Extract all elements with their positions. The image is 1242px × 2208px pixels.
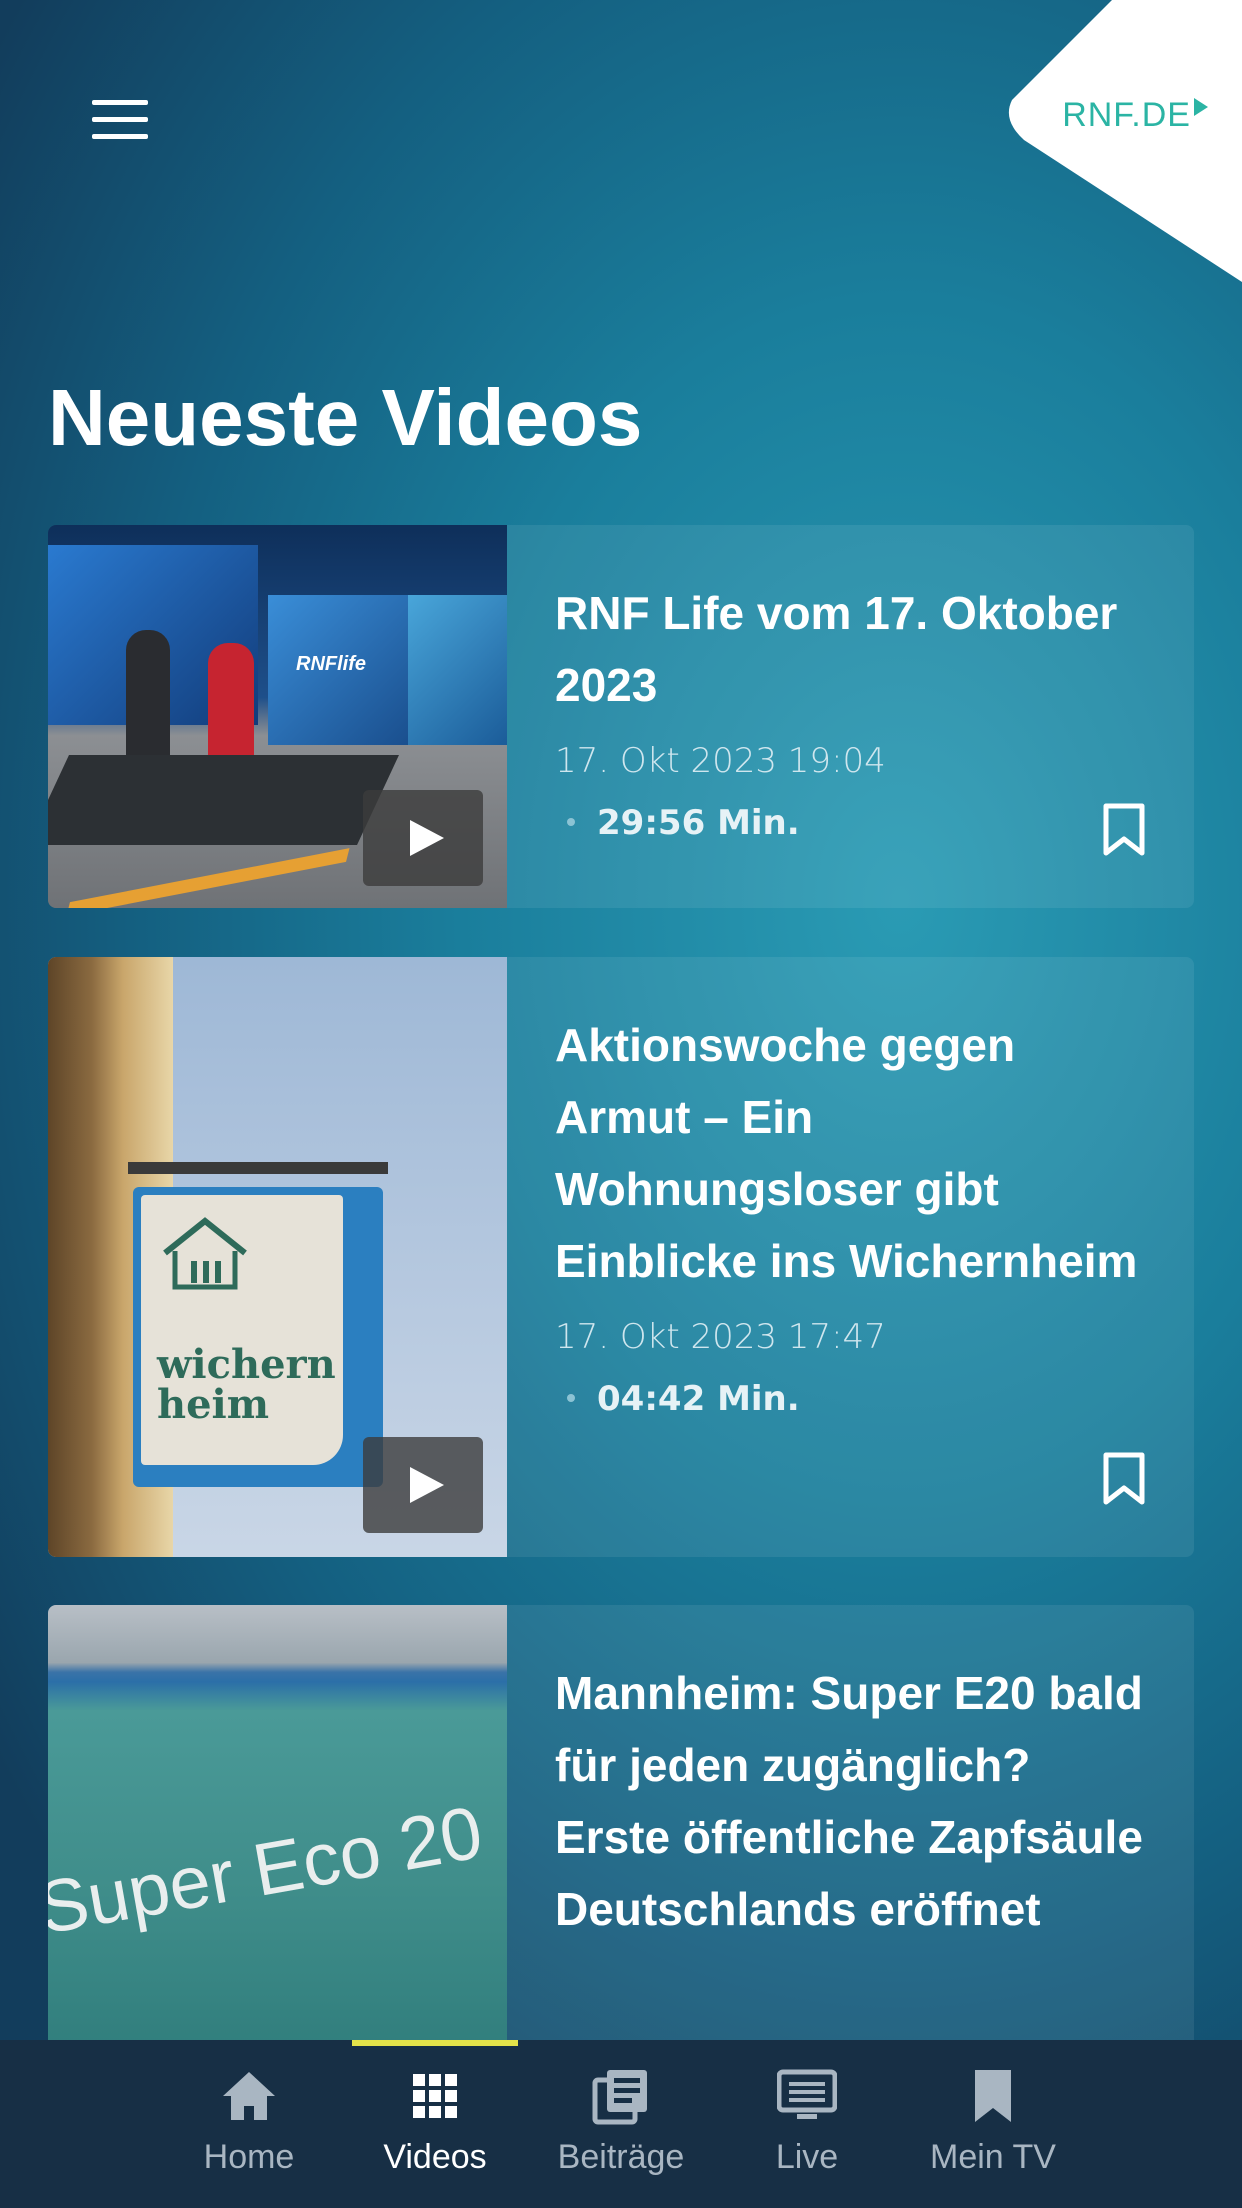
section-title: Neueste Videos	[48, 373, 643, 462]
articles-icon	[592, 2070, 647, 2125]
video-title[interactable]: RNF Life vom 17. Oktober 2023	[555, 577, 1146, 721]
video-title[interactable]: Mannheim: Super E20 bald für jeden zugän…	[555, 1657, 1146, 1945]
nav-videos[interactable]: Videos	[342, 2066, 528, 2196]
studio-logo: RNFlife	[296, 653, 366, 675]
dot-icon	[567, 1394, 575, 1402]
nav-label: Live	[775, 2138, 839, 2176]
duration-text: 04:42 Min.	[597, 1379, 800, 1419]
video-title[interactable]: Aktionswoche gegen Armut – Ein Wohnungsl…	[555, 1009, 1146, 1297]
nav-label: Mein TV	[930, 2138, 1056, 2176]
hamburger-menu-button[interactable]	[92, 100, 148, 140]
wichernheim-sign: wichern heim	[133, 1187, 383, 1487]
sign-text: wichern heim	[157, 1341, 336, 1428]
video-thumbnail[interactable]: RNFlife	[48, 525, 507, 908]
video-date: 17. Okt 2023 17:47	[555, 1317, 886, 1357]
video-thumbnail[interactable]: wichern heim	[48, 957, 507, 1557]
video-info: Aktionswoche gegen Armut – Ein Wohnungsl…	[507, 957, 1194, 1557]
video-info: RNF Life vom 17. Oktober 2023 17. Okt 20…	[507, 525, 1194, 908]
sign-pole	[128, 1162, 388, 1174]
bookmark-icon	[975, 2070, 1011, 2122]
nav-home[interactable]: Home	[156, 2066, 342, 2196]
presenter	[208, 643, 254, 763]
video-info: Mannheim: Super E20 bald für jeden zugän…	[507, 1605, 1194, 2085]
studio-screen	[408, 595, 507, 745]
nav-beitraege[interactable]: Beiträge	[528, 2066, 714, 2196]
duration-text: 29:56 Min.	[597, 803, 800, 843]
logo-corner-shape	[1008, 0, 1242, 282]
logo-arrow-icon	[1194, 98, 1208, 116]
nav-label: Beiträge	[557, 2138, 685, 2176]
logo-text: RNF.DE	[1062, 96, 1191, 134]
play-button[interactable]	[363, 1437, 483, 1533]
video-duration: 29:56 Min.	[555, 803, 1146, 843]
studio-desk	[48, 755, 399, 845]
dot-icon	[567, 818, 575, 826]
menu-line-icon	[92, 100, 148, 105]
pump-label: Super Eco 20	[48, 1790, 489, 1950]
rnf-logo[interactable]: RNF.DE	[1062, 96, 1208, 135]
grid-icon	[413, 2074, 457, 2118]
bookmark-icon[interactable]	[1102, 803, 1146, 857]
menu-line-icon	[92, 117, 148, 122]
video-date: 17. Okt 2023 19:04	[555, 741, 886, 781]
video-card[interactable]: RNFlife RNF Life vom 17. Oktober 2023 17…	[48, 525, 1194, 908]
sign-panel: wichern heim	[141, 1195, 343, 1465]
video-card[interactable]: Super Eco 20 Mannheim: Super E20 bald fü…	[48, 1605, 1194, 2085]
active-tab-indicator	[352, 2040, 518, 2046]
bottom-navigation: Home Videos Beiträge Live Mein TV	[0, 2040, 1242, 2208]
nav-label: Videos	[383, 2138, 487, 2176]
video-thumbnail[interactable]: Super Eco 20	[48, 1605, 507, 2085]
play-button[interactable]	[363, 790, 483, 886]
video-duration: 04:42 Min.	[555, 1379, 1146, 1419]
live-tv-icon	[777, 2069, 837, 2119]
presenter	[126, 630, 170, 760]
top-bar: RNF.DE	[0, 0, 1242, 300]
desk-edge	[66, 848, 350, 908]
bookmark-icon[interactable]	[1102, 1452, 1146, 1506]
home-icon	[223, 2072, 275, 2120]
nav-live[interactable]: Live	[714, 2066, 900, 2196]
house-logo-icon	[163, 1217, 247, 1290]
menu-line-icon	[92, 134, 148, 139]
nav-mein-tv[interactable]: Mein TV	[900, 2066, 1086, 2196]
nav-label: Home	[203, 2138, 295, 2176]
video-card[interactable]: wichern heim Aktionswoche gegen Armut – …	[48, 957, 1194, 1557]
